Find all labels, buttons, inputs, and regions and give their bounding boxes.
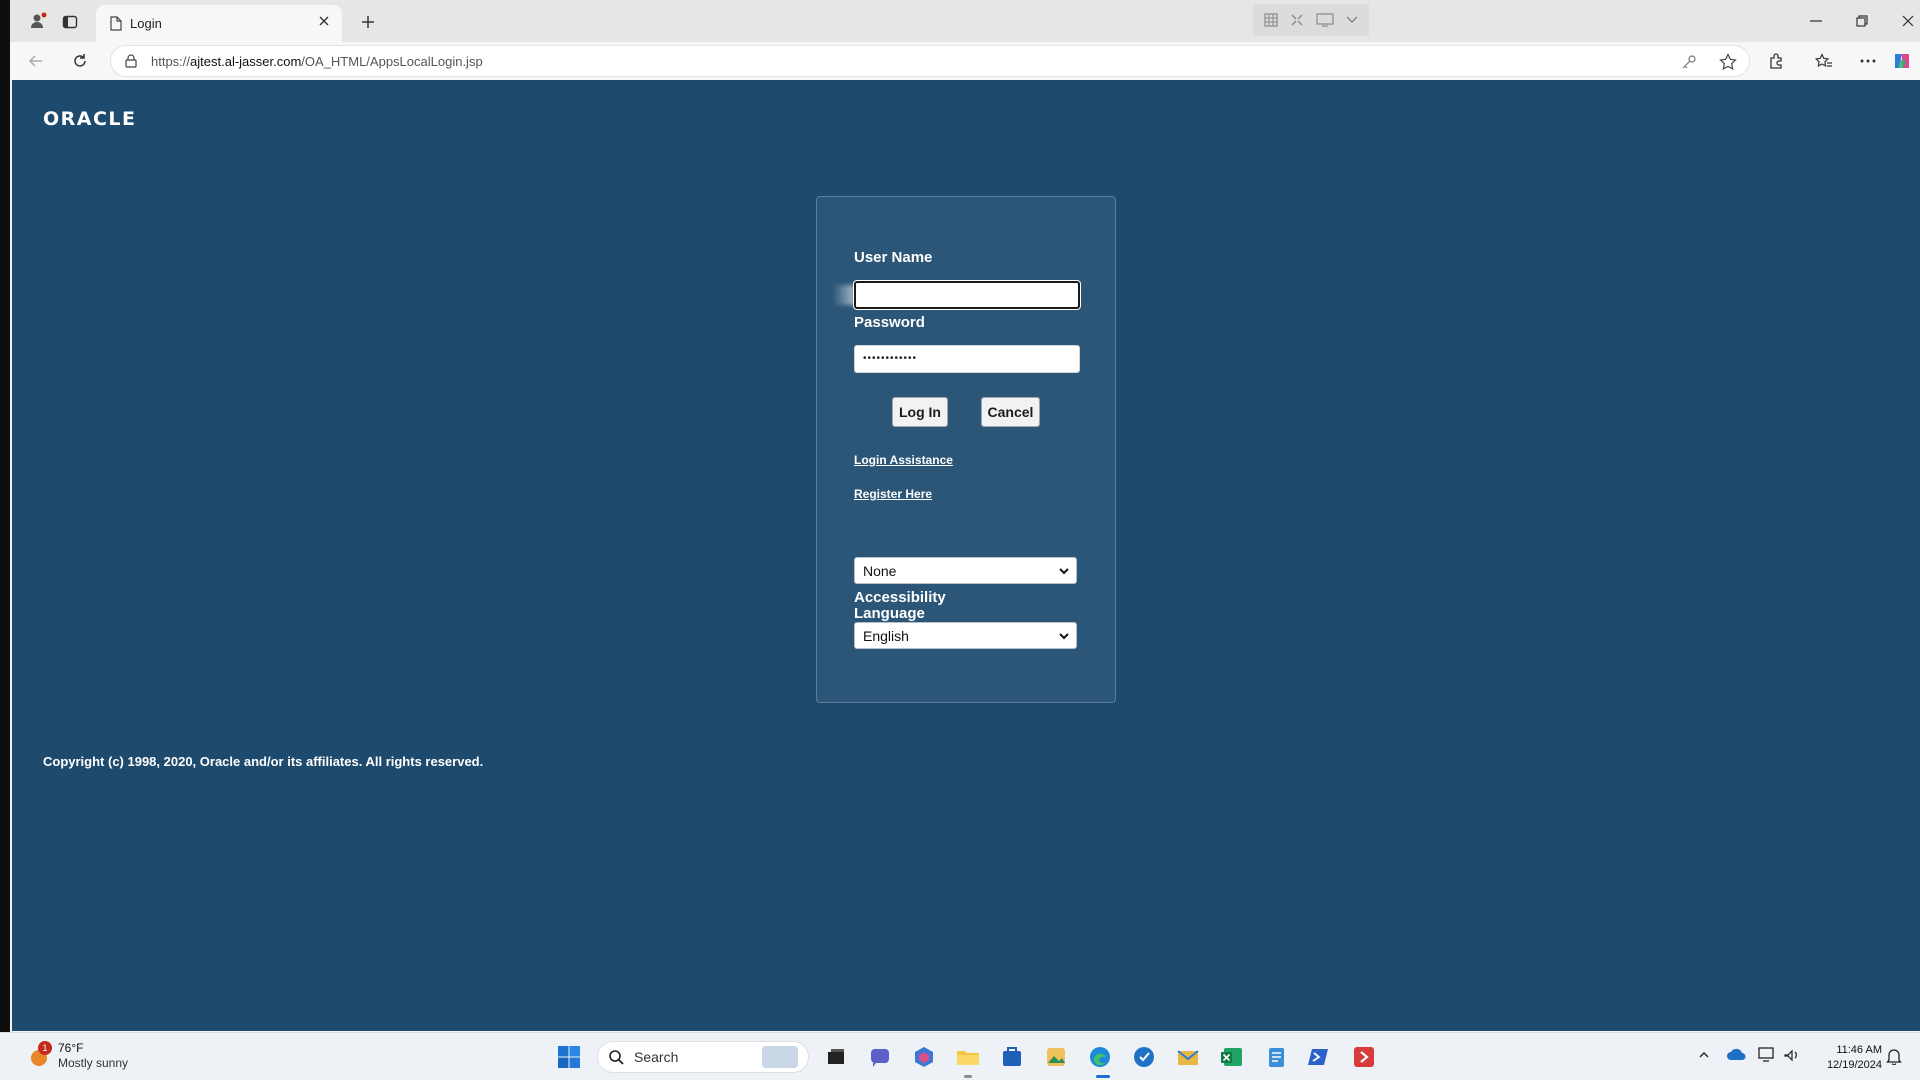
minimize-button[interactable] [1796, 8, 1836, 34]
taskbar: 1 76°F Mostly sunny Search 11:46 AM 12/1… [0, 1032, 1920, 1080]
teams-chat-icon[interactable] [866, 1043, 894, 1071]
language-label: Language [854, 605, 925, 622]
system-clock[interactable]: 11:46 AM 12/19/2024 [1812, 1043, 1882, 1073]
weather-sun-icon: 1 [28, 1041, 52, 1067]
running-indicator [964, 1075, 972, 1078]
chevron-up-icon[interactable] [1698, 1050, 1710, 1060]
back-icon[interactable] [22, 47, 50, 75]
password-label: Password [854, 314, 925, 331]
display-icon[interactable] [1758, 1047, 1776, 1063]
search-icon [608, 1049, 624, 1065]
weather-badge: 1 [38, 1041, 52, 1055]
close-tab-icon[interactable] [318, 15, 330, 27]
browser-window: Login https://ajtest.al-jasser.com/OA_HT… [0, 0, 1920, 1032]
quick-assist-icon[interactable] [1130, 1043, 1158, 1071]
windows-start-icon[interactable] [557, 1045, 581, 1069]
remote-toolbar [1253, 4, 1369, 36]
address-bar[interactable]: https://ajtest.al-jasser.com/OA_HTML/App… [110, 45, 1750, 77]
tab-login[interactable]: Login [96, 5, 342, 42]
register-link[interactable]: Register Here [854, 487, 932, 501]
clock-time: 11:46 AM [1836, 1044, 1882, 1056]
notification-bell-icon[interactable] [1886, 1047, 1902, 1065]
favorites-icon[interactable] [1810, 47, 1838, 75]
language-select[interactable]: English [854, 622, 1077, 649]
more-options-icon[interactable] [1854, 47, 1882, 75]
chevron-down-icon[interactable] [1345, 15, 1359, 25]
password-field[interactable]: •••••••••••• [854, 345, 1080, 373]
tab-title: Login [130, 16, 162, 31]
collapse-icon[interactable] [1290, 13, 1304, 27]
new-tab-icon[interactable] [354, 8, 382, 36]
chevron-down-icon [1058, 631, 1070, 641]
remote-app-icon[interactable] [1350, 1043, 1378, 1071]
excel-icon[interactable] [1218, 1043, 1246, 1071]
extensions-icon[interactable] [1762, 47, 1790, 75]
key-icon[interactable] [1681, 54, 1697, 70]
edge-browser-icon[interactable] [1086, 1043, 1114, 1071]
accessibility-select[interactable]: None [854, 557, 1077, 584]
clock-date: 12/19/2024 [1826, 1059, 1882, 1071]
onedrive-icon[interactable] [1726, 1047, 1746, 1061]
search-highlight-icon [762, 1046, 798, 1068]
login-button[interactable]: Log In [892, 397, 948, 427]
page-content: ORACLE User Name Password •••••••••••• L… [12, 80, 1920, 1031]
url-host: ajtest.al-jasser.com [190, 53, 302, 69]
chevron-down-icon [1058, 566, 1070, 576]
accessibility-value: None [863, 562, 897, 579]
url-path: /OA_HTML/AppsLocalLogin.jsp [301, 53, 483, 69]
copilot-icon[interactable] [1888, 47, 1916, 75]
active-indicator [1096, 1075, 1110, 1078]
focus-glow [833, 285, 855, 305]
language-value: English [863, 627, 909, 644]
page-icon [110, 16, 122, 31]
browser-toolbar: https://ajtest.al-jasser.com/OA_HTML/App… [10, 42, 1920, 80]
copyright-text: Copyright (c) 1998, 2020, Oracle and/or … [43, 754, 484, 769]
taskbar-search[interactable]: Search [597, 1041, 809, 1073]
close-window-button[interactable] [1888, 8, 1920, 34]
store-icon[interactable] [998, 1043, 1026, 1071]
file-explorer-icon[interactable] [954, 1043, 982, 1071]
username-label: User Name [854, 249, 933, 266]
search-label: Search [634, 1049, 679, 1065]
favorite-star-icon[interactable] [1719, 53, 1737, 71]
lock-icon[interactable] [125, 54, 137, 68]
oracle-logo: ORACLE [43, 108, 137, 130]
copilot-app-icon[interactable] [910, 1043, 938, 1071]
profile-icon[interactable] [24, 7, 52, 35]
task-view-icon[interactable] [822, 1043, 850, 1071]
restore-button[interactable] [1842, 8, 1882, 34]
cancel-button[interactable]: Cancel [981, 397, 1040, 427]
url-text: https://ajtest.al-jasser.com/OA_HTML/App… [151, 54, 483, 69]
grid-icon[interactable] [1263, 12, 1279, 28]
url-prefix: https:// [151, 53, 191, 69]
weather-widget[interactable]: 1 76°F Mostly sunny [28, 1041, 128, 1071]
tab-actions-icon[interactable] [56, 8, 84, 36]
login-assistance-link[interactable]: Login Assistance [854, 453, 953, 467]
photos-icon[interactable] [1042, 1043, 1070, 1071]
login-panel: User Name Password •••••••••••• Log In C… [816, 196, 1116, 703]
network-volume-icon[interactable] [1783, 1047, 1801, 1063]
mail-icon[interactable] [1174, 1043, 1202, 1071]
accessibility-label: Accessibility [854, 589, 946, 606]
weather-temp: 76°F [58, 1041, 84, 1055]
monitor-icon[interactable] [1316, 13, 1334, 27]
notepad-icon[interactable] [1262, 1043, 1290, 1071]
refresh-icon[interactable] [66, 47, 94, 75]
screen-edge [0, 0, 10, 1080]
tab-strip: Login [10, 0, 1920, 42]
username-field[interactable] [854, 281, 1080, 309]
weather-desc: Mostly sunny [58, 1056, 129, 1070]
powershell-icon[interactable] [1306, 1043, 1334, 1071]
